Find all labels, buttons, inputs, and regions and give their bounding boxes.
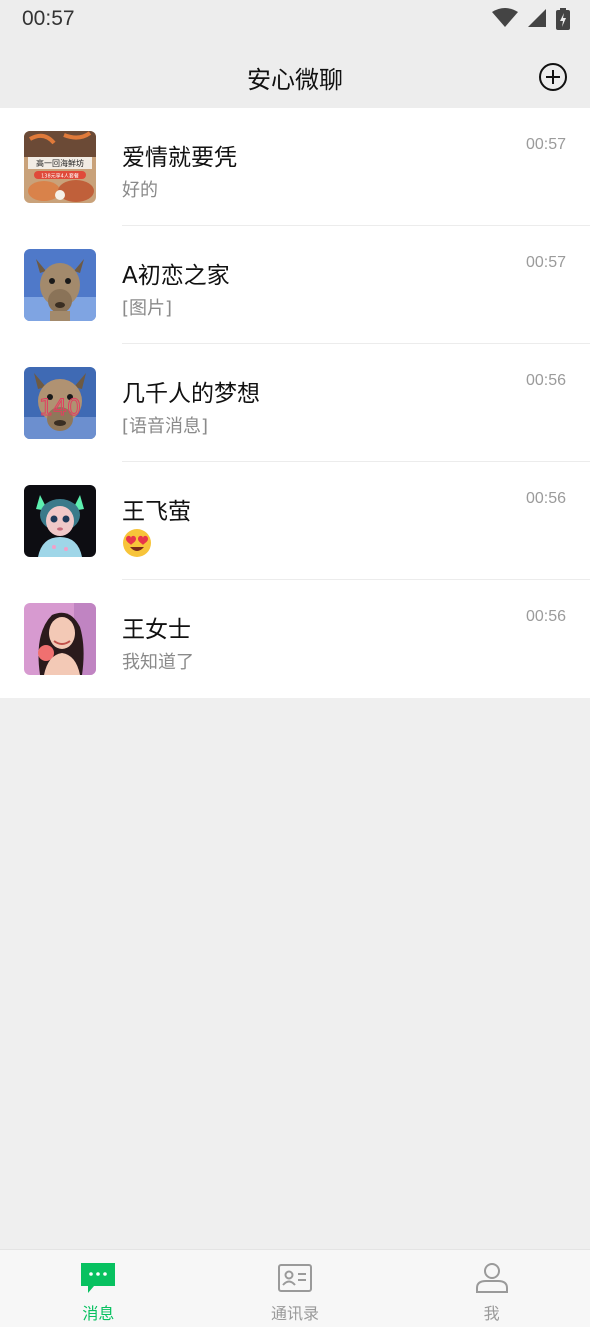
bottom-tab-bar: 消息 通讯录 我 xyxy=(0,1249,590,1327)
page-title: 安心微聊 xyxy=(247,66,343,94)
avatar: 高一回海鲜坊 138元享4人套餐 xyxy=(24,131,96,203)
status-icons xyxy=(488,8,570,30)
status-bar: 00:57 xyxy=(0,0,590,40)
header: 安心微聊 xyxy=(0,40,590,108)
chat-preview: [语音消息] xyxy=(122,416,209,437)
cellular-signal-icon xyxy=(527,9,546,27)
chat-preview: 好的 xyxy=(122,180,158,201)
chat-item-4[interactable]: 王飞萤 00:56 xyxy=(0,462,590,580)
chat-name: 爱情就要凭 xyxy=(122,145,237,171)
avatar: 140 xyxy=(24,367,96,439)
person-icon xyxy=(475,1263,508,1293)
chat-time: 00:56 xyxy=(525,608,566,625)
tab-label: 消息 xyxy=(82,1304,115,1323)
tab-me[interactable]: 我 xyxy=(393,1250,590,1327)
alpaca-number-image: 140 xyxy=(24,367,96,439)
avatar xyxy=(24,603,96,675)
tab-label: 我 xyxy=(483,1304,500,1323)
chat-name: 王女士 xyxy=(122,617,191,643)
alpaca-image xyxy=(24,249,96,321)
tab-contacts[interactable]: 通讯录 xyxy=(197,1250,394,1327)
chat-preview: [图片] xyxy=(122,298,173,319)
chat-item-1[interactable]: 高一回海鲜坊 138元享4人套餐 爱情就要凭 好的 00:57 xyxy=(0,108,590,226)
food-poster-subtitle: 138元享4人套餐 xyxy=(41,173,79,180)
chat-time: 00:56 xyxy=(525,490,566,507)
message-bubble-icon xyxy=(81,1263,116,1293)
heart-eyes-emoji-icon xyxy=(123,529,151,557)
avatar xyxy=(24,485,96,557)
food-poster-title: 高一回海鲜坊 xyxy=(36,158,84,168)
chat-name: 王飞萤 xyxy=(122,499,191,525)
woman-photo-image xyxy=(24,603,96,675)
cat-ear-girl-image xyxy=(24,485,96,557)
tab-messages[interactable]: 消息 xyxy=(0,1250,197,1327)
chat-name: A初恋之家 xyxy=(122,263,230,289)
chat-time: 00:57 xyxy=(525,136,566,153)
chat-list: 高一回海鲜坊 138元享4人套餐 爱情就要凭 好的 00:57 A初恋之家 [图… xyxy=(0,108,590,698)
chat-time: 00:56 xyxy=(525,372,566,389)
chat-item-5[interactable]: 王女士 我知道了 00:56 xyxy=(0,580,590,698)
wifi-icon xyxy=(491,8,518,27)
plus-circle-icon xyxy=(539,63,567,91)
chat-item-3[interactable]: 140 几千人的梦想 [语音消息] 00:56 xyxy=(0,344,590,462)
chat-preview: 我知道了 xyxy=(122,652,194,673)
add-button[interactable] xyxy=(538,62,568,92)
avatar xyxy=(24,249,96,321)
chat-name: 几千人的梦想 xyxy=(122,381,260,407)
contact-card-icon xyxy=(278,1264,312,1292)
battery-charging-icon xyxy=(556,8,570,30)
status-time: 00:57 xyxy=(22,7,75,30)
food-poster-image: 高一回海鲜坊 138元享4人套餐 xyxy=(24,131,96,203)
chat-item-2[interactable]: A初恋之家 [图片] 00:57 xyxy=(0,226,590,344)
chat-time: 00:57 xyxy=(525,254,566,271)
tab-label: 通讯录 xyxy=(271,1304,320,1323)
avatar-number: 140 xyxy=(39,396,81,421)
